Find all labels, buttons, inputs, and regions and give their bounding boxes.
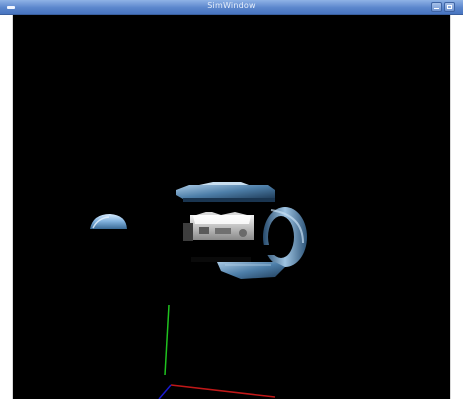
scene-canvas [90, 182, 307, 399]
title-bar[interactable]: SimWindow [0, 0, 463, 15]
minimize-button[interactable] [431, 2, 442, 12]
minimize-icon [434, 8, 439, 9]
y-axis [164, 304, 170, 376]
maximize-button[interactable] [444, 2, 455, 12]
maximize-icon [447, 5, 452, 9]
3d-viewport[interactable] [13, 15, 450, 399]
engine-block [183, 211, 254, 241]
x-axis [170, 384, 276, 398]
window-title: SimWindow [207, 1, 256, 10]
window-border-right [450, 15, 463, 399]
z-axis [158, 384, 172, 399]
window-border-left [0, 15, 13, 399]
sim-window: SimWindow [0, 0, 463, 399]
dome-object [90, 214, 127, 229]
coordinate-axes [158, 304, 276, 399]
vehicle-model [176, 182, 307, 279]
